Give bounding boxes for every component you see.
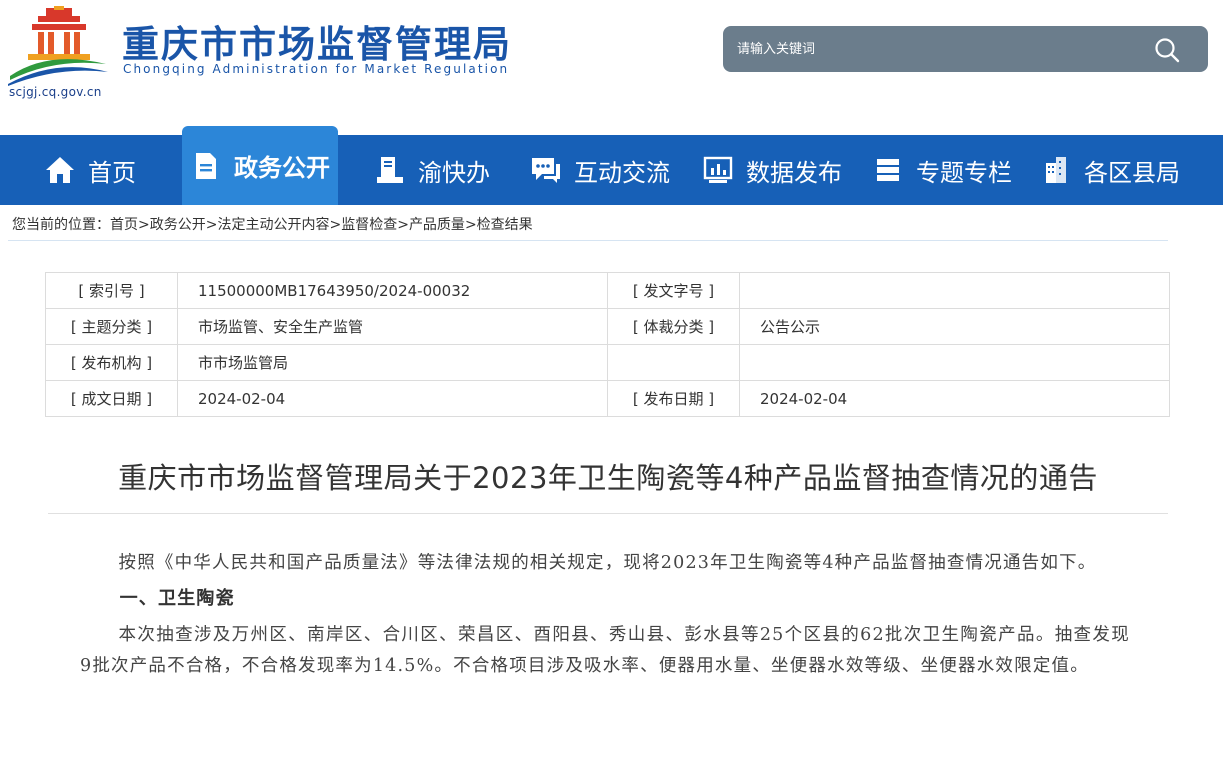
breadcrumb-separator: >: [329, 217, 342, 233]
breadcrumb-separator: >: [138, 217, 150, 233]
breadcrumb: 您当前的位置：首页>政务公开>法定主动公开内容>监督检查>产品质量>检查结果: [12, 214, 533, 234]
site-subtitle: Chongqing Administration for Market Regu…: [123, 62, 510, 76]
nav-item-special-topics[interactable]: 专题专栏: [872, 135, 1012, 205]
meta-value-index: 11500000MB17643950/2024-00032: [177, 272, 608, 309]
reader-icon: [377, 157, 403, 183]
meta-empty-cell: [607, 344, 740, 381]
breadcrumb-divider: [8, 240, 1168, 241]
nav-item-label: 专题专栏: [916, 158, 1012, 187]
nav-item-yukuaiban[interactable]: 渝快办: [374, 135, 490, 205]
breadcrumb-item-government-affairs[interactable]: 政务公开: [150, 217, 206, 233]
article-section-paragraph: 本次抽查涉及万州区、南岸区、合川区、荣昌区、酉阳县、秀山县、彭水县等25个区县的…: [80, 625, 1130, 676]
search-button[interactable]: [1150, 33, 1184, 67]
nav-item-label: 政务公开: [234, 154, 330, 182]
emblem-logo-icon[interactable]: [8, 6, 110, 86]
table-row: [ 成文日期 ] 2024-02-04 [ 发布日期 ] 2024-02-04: [45, 380, 1170, 417]
breadcrumb-separator: >: [397, 217, 409, 233]
article-title: 重庆市市场监督管理局关于2023年卫生陶瓷等4种产品监督抽查情况的通告: [118, 461, 1098, 495]
table-row: [ 主题分类 ] 市场监管、安全生产监管 [ 体裁分类 ] 公告公示: [45, 308, 1170, 345]
nav-item-label: 首页: [88, 158, 136, 187]
breadcrumb-separator: >: [205, 217, 218, 233]
breadcrumb-item-statutory-disclosure[interactable]: 法定主动公开内容: [217, 217, 329, 233]
breadcrumb-item-home[interactable]: 首页: [110, 217, 138, 233]
nav-item-government-affairs[interactable]: 政务公开: [182, 126, 338, 205]
site-domain: scjgj.cq.gov.cn: [9, 85, 102, 99]
meta-label-index: [ 索引号 ]: [45, 272, 178, 309]
document-icon: [196, 152, 216, 179]
meta-value-created: 2024-02-04: [177, 380, 608, 417]
table-row: [ 发布机构 ] 市市场监管局: [45, 344, 1170, 381]
meta-label-genre: [ 体裁分类 ]: [607, 308, 740, 345]
meta-value-docno: [739, 272, 1170, 309]
breadcrumb-prefix: 您当前的位置：: [12, 217, 110, 233]
breadcrumb-item-product-quality[interactable]: 产品质量: [409, 217, 465, 233]
article-body: 按照《中华人民共和国产品质量法》等法律法规的相关规定，现将2023年卫生陶瓷等4…: [80, 548, 1130, 682]
nav-item-data-release[interactable]: 数据发布: [702, 135, 842, 205]
meta-label-topic: [ 主题分类 ]: [45, 308, 178, 345]
article-intro-paragraph: 按照《中华人民共和国产品质量法》等法律法规的相关规定，现将2023年卫生陶瓷等4…: [118, 553, 1097, 573]
search-icon: [1155, 38, 1180, 63]
document-meta-table: [ 索引号 ] 11500000MB17643950/2024-00032 [ …: [45, 272, 1170, 417]
home-icon: [46, 157, 74, 183]
nav-item-interaction[interactable]: 互动交流: [530, 135, 670, 205]
meta-label-org: [ 发布机构 ]: [45, 344, 178, 381]
meta-label-published: [ 发布日期 ]: [607, 380, 740, 417]
section-heading: 一、卫生陶瓷: [119, 588, 235, 609]
building-icon: [1046, 157, 1066, 183]
nav-item-label: 数据发布: [746, 158, 842, 187]
search-input[interactable]: [737, 37, 1137, 61]
breadcrumb-separator: >: [464, 217, 477, 233]
main-nav: 首页 政务公开 渝快办 互动交流 数据发布 专题专栏 各区县局: [0, 126, 1223, 205]
meta-value-topic: 市场监管、安全生产监管: [177, 308, 608, 345]
meta-empty-cell: [739, 344, 1170, 381]
chart-icon: [703, 156, 733, 183]
search-box: [723, 26, 1208, 72]
site-header: scjgj.cq.gov.cn 重庆市市场监督管理局 Chongqing Adm…: [0, 0, 1223, 135]
list-icon: [877, 159, 899, 181]
title-divider: [48, 513, 1168, 514]
nav-item-label: 渝快办: [418, 158, 490, 187]
nav-item-label: 互动交流: [574, 158, 670, 187]
nav-item-home[interactable]: 首页: [44, 135, 136, 205]
meta-value-published: 2024-02-04: [739, 380, 1170, 417]
meta-label-created: [ 成文日期 ]: [45, 380, 178, 417]
meta-label-docno: [ 发文字号 ]: [607, 272, 740, 309]
chat-icon: [532, 158, 560, 183]
breadcrumb-item-supervision[interactable]: 监督检查: [341, 217, 397, 233]
nav-item-label: 各区县局: [1084, 158, 1180, 187]
meta-value-org: 市市场监管局: [177, 344, 608, 381]
site-title[interactable]: 重庆市市场监督管理局: [122, 14, 512, 68]
breadcrumb-item-inspection-results[interactable]: 检查结果: [477, 217, 533, 233]
nav-item-district-bureaus[interactable]: 各区县局: [1040, 135, 1180, 205]
meta-value-genre: 公告公示: [739, 308, 1170, 345]
table-row: [ 索引号 ] 11500000MB17643950/2024-00032 [ …: [45, 272, 1170, 309]
